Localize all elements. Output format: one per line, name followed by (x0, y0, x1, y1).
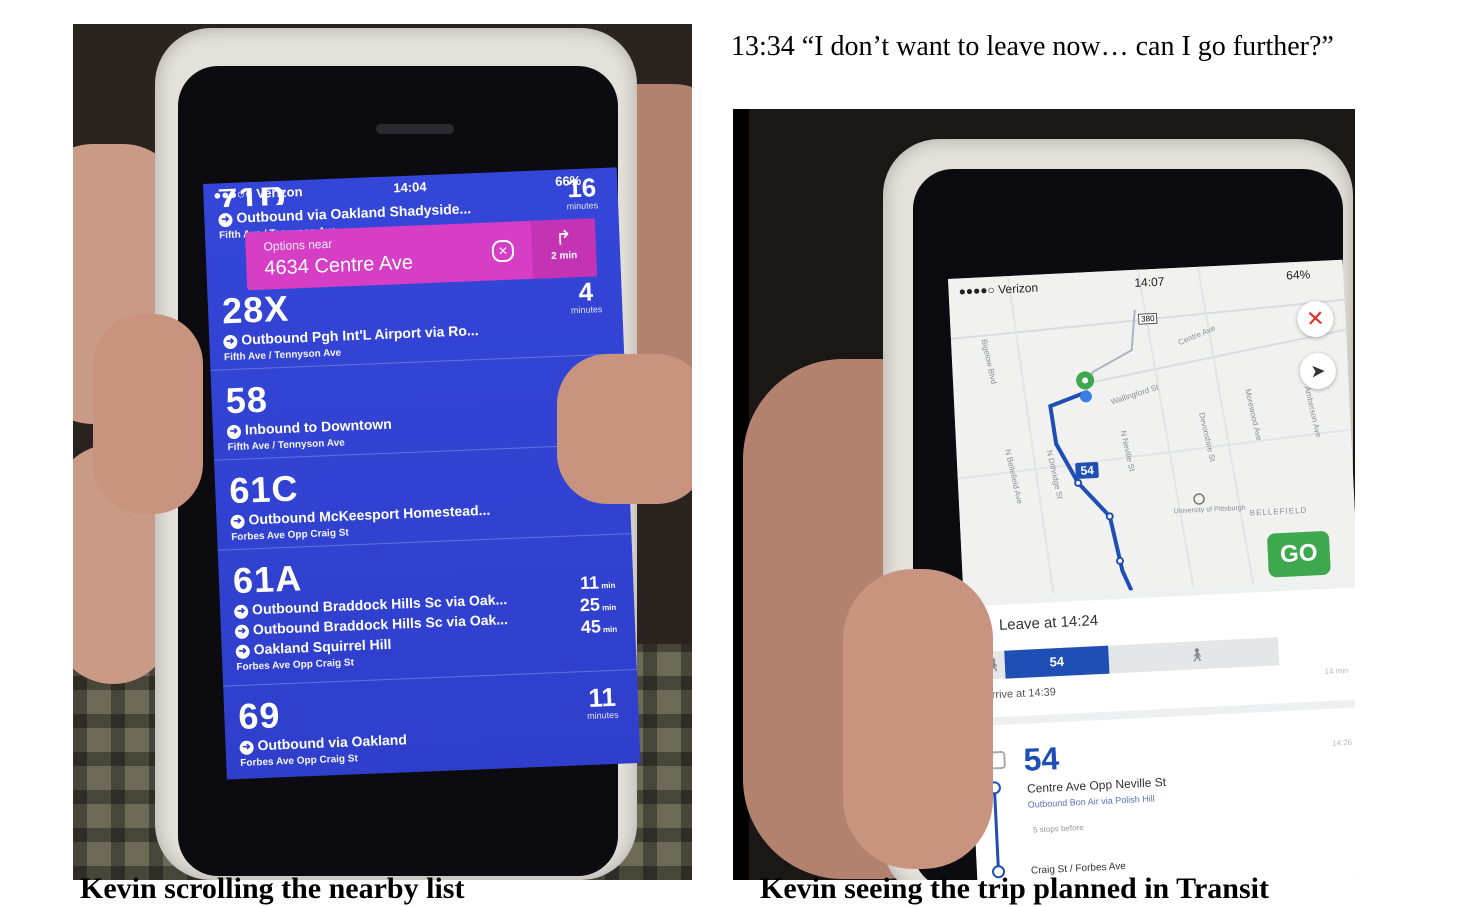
eta-label: 2 min (550, 250, 578, 263)
arrive-time: Arrive at 14:39 (984, 686, 1057, 702)
thumb (843, 569, 993, 869)
turn-right-icon: ↱ (554, 227, 573, 250)
leg-line (992, 785, 1000, 872)
walk-icon: 🚶︎ (1188, 646, 1206, 663)
status-battery: 64% (1285, 267, 1311, 283)
departure-time: 11 min (579, 572, 616, 594)
map-view[interactable]: ●●●●○ Verizon 14:07 64% 380 54 Bigelow B… (948, 259, 1355, 599)
highway-badge: 380 (1137, 312, 1158, 325)
departure-time: 45 min (580, 616, 618, 638)
location-arrow-icon: ➤ (1309, 360, 1326, 382)
route-minutes: 4 minutes (570, 276, 603, 316)
trip-duration: 14 min (1324, 665, 1349, 677)
left-photo: ●●●○○ Verizon 14:04 66% 71D Outbound via… (73, 24, 692, 880)
leg-stop: Centre Ave Opp Neville St (1026, 774, 1167, 796)
divider (223, 668, 637, 687)
earpiece (376, 124, 454, 134)
status-time: 14:07 (1134, 274, 1165, 290)
leg-start-time: 14:26 (1331, 737, 1353, 748)
left-thumb (93, 314, 203, 514)
route-item[interactable]: 58 Inbound to Downtown Fifth Ave / Tenny… (225, 368, 611, 454)
caption-right: Kevin seeing the trip planned in Transit (760, 872, 1269, 905)
stops-expander[interactable]: 5 stops before (1033, 823, 1084, 834)
leave-time: Leave at 14:24 (998, 612, 1099, 634)
route-item[interactable]: 28X Outbound Pgh Int'L Airport via Ro...… (221, 276, 607, 363)
go-button[interactable]: GO (1266, 530, 1331, 578)
right-thumb (557, 354, 692, 504)
route-item[interactable]: 61C Outbound McKeesport Homestead... For… (229, 456, 615, 543)
close-icon: ✕ (1305, 305, 1326, 332)
route-minutes: 11 minutes (586, 681, 619, 722)
bus-segment: 54 (1004, 645, 1110, 679)
departure-time: 25 min (579, 594, 617, 616)
quote-text: 13:34 “I don’t want to leave now… can I … (731, 31, 1334, 62)
route-badge: 54 (1075, 461, 1100, 479)
right-photo: ●●●●○ Verizon 14:07 64% 380 54 Bigelow B… (733, 109, 1355, 880)
route-item[interactable]: 69 Outbound via Oakland Forbes Ave Opp C… (238, 681, 624, 769)
route-item[interactable]: 61A Outbound Braddock Hills Sc via Oak..… (232, 548, 620, 673)
options-label: Options near (263, 236, 333, 254)
turn-right-button[interactable]: ↱ 2 min (530, 218, 598, 279)
trip-plan-screen: ●●●●○ Verizon 14:07 64% 380 54 Bigelow B… (948, 259, 1355, 880)
route-minutes: 16 minutes (566, 172, 599, 212)
options-address: 4634 Centre Ave (264, 251, 414, 280)
trip-card[interactable]: Leave at 14:24 🚶︎ 54 🚶︎ 14 min Arrive at… (964, 587, 1355, 880)
divider (969, 699, 1355, 727)
leg-route-number: 54 (1022, 740, 1061, 778)
close-icon[interactable]: ✕ (491, 239, 515, 263)
caption-left: Kevin scrolling the nearby list (80, 872, 465, 905)
leg-direction: Outbound Bon Air via Polish Hill (1027, 793, 1155, 810)
trip-timeline: 🚶︎ 54 🚶︎ (978, 637, 1280, 680)
